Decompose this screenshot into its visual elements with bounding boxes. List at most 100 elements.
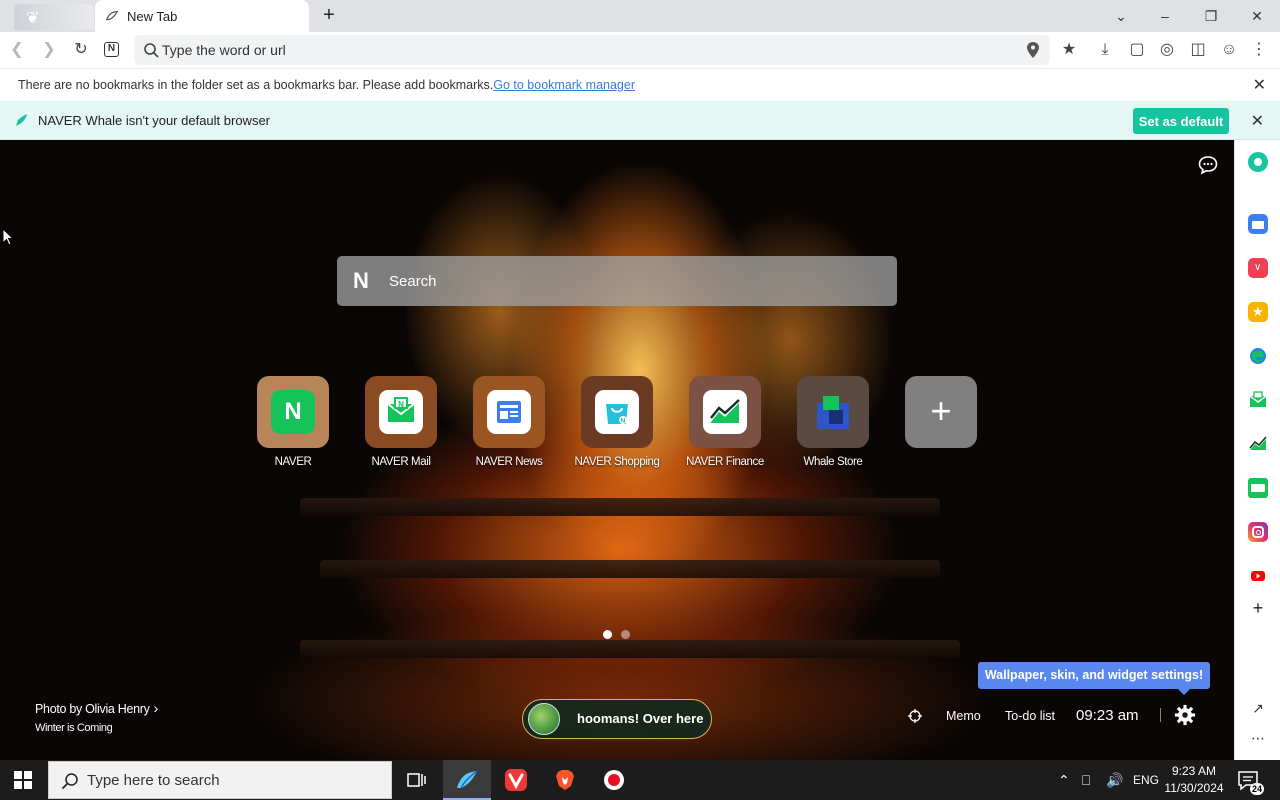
page-dot[interactable]	[621, 630, 630, 639]
tile-label: NAVER News	[475, 456, 543, 468]
favorites-icon[interactable]: ★	[1058, 39, 1080, 61]
pocket-icon[interactable]: ∨	[1248, 258, 1268, 278]
memo-button[interactable]: Memo	[946, 706, 981, 726]
address-bar[interactable]	[134, 35, 1050, 65]
forward-button[interactable]: ❯	[38, 39, 60, 61]
hoomans-widget-button[interactable]: hoomans! Over here	[522, 699, 712, 739]
taskbar-date: 11/30/2024	[1164, 781, 1224, 795]
volume-icon[interactable]: 🔊	[1106, 760, 1123, 800]
tile-label: NAVER	[274, 456, 312, 468]
calendar-icon[interactable]	[1248, 214, 1268, 234]
instagram-icon[interactable]	[1248, 522, 1268, 542]
photo-author: Photo by Olivia Henry	[35, 702, 150, 716]
clock: 09:23 am	[1076, 707, 1139, 724]
svg-text:N: N	[398, 400, 404, 409]
naver-finance-icon	[703, 390, 747, 434]
taskbar-search-input[interactable]	[87, 762, 377, 798]
divider	[1160, 708, 1161, 722]
new-tab-button[interactable]: +	[318, 5, 340, 27]
hoomans-text: hoomans! Over here	[577, 711, 704, 726]
minimize-button[interactable]: –	[1150, 4, 1180, 28]
notification-center-button[interactable]: 24	[1236, 769, 1264, 795]
naver-search-box[interactable]: N	[337, 256, 897, 306]
whale-icon: ❦	[26, 10, 40, 27]
taskbar-vivaldi-app[interactable]	[492, 760, 540, 800]
search-icon	[144, 43, 159, 58]
bookmark-manager-link[interactable]: Go to bookmark manager	[493, 78, 635, 92]
mobile-icon[interactable]: ▢	[1126, 39, 1148, 61]
shortcut-naver-finance[interactable]: NAVER Finance	[686, 376, 764, 469]
search-icon	[61, 773, 78, 790]
close-icon[interactable]: ✕	[1253, 75, 1266, 95]
sidebar-toggle-icon[interactable]: ◫	[1187, 39, 1209, 61]
hoomans-avatar	[528, 703, 560, 735]
photo-credit[interactable]: Photo by Olivia Henry › Winter is Coming	[35, 700, 158, 734]
profile-icon[interactable]: ☺	[1218, 39, 1240, 61]
shortcut-naver-mail[interactable]: N NAVER Mail	[365, 376, 437, 469]
chat-bubble-icon[interactable]	[1197, 154, 1219, 176]
naver-home-button[interactable]: N	[104, 42, 119, 57]
task-view-icon	[407, 773, 426, 787]
add-shortcut-button[interactable]: +	[905, 376, 977, 448]
shortcut-naver-shopping[interactable]: N NAVER Shopping	[575, 376, 660, 469]
todo-list-button[interactable]: To-do list	[1005, 706, 1055, 726]
taskbar-clock[interactable]: 9:23 AM 11/30/2024	[1158, 763, 1230, 797]
crosshair-icon[interactable]	[908, 709, 922, 723]
taskbar-brave-app[interactable]	[541, 760, 589, 800]
tab-new-tab[interactable]: New Tab	[95, 0, 309, 32]
green-dot-icon[interactable]	[1248, 152, 1268, 172]
set-as-default-button[interactable]: Set as default	[1133, 108, 1229, 134]
fireplace-grate	[300, 640, 960, 658]
more-options-icon[interactable]: ⋯	[1248, 728, 1268, 748]
youtube-icon[interactable]	[1248, 566, 1268, 586]
taskbar-search-box[interactable]	[48, 761, 392, 799]
chevron-right-icon: ›	[153, 700, 159, 716]
location-pin-icon[interactable]	[1026, 41, 1040, 59]
tab-title: New Tab	[127, 8, 178, 24]
mouse-cursor-icon	[2, 228, 14, 246]
notification-count: 24	[1249, 783, 1264, 795]
fireplace-grate	[300, 498, 940, 516]
page-dot-active[interactable]	[603, 630, 612, 639]
whale-store-icon	[811, 390, 855, 434]
show-hidden-icons-icon[interactable]: ⌃	[1058, 760, 1070, 800]
url-input[interactable]	[162, 35, 1022, 65]
restore-button[interactable]: ❐	[1196, 4, 1226, 28]
language-indicator[interactable]: ENG	[1133, 760, 1159, 800]
tab-search-chevron-icon[interactable]: ⌄	[1106, 4, 1136, 28]
star-icon[interactable]: ★	[1248, 302, 1268, 322]
network-icon[interactable]: ⎕	[1082, 760, 1090, 800]
tab-strip: ❦ New Tab + ⌄ – ❐ ✕	[0, 0, 1280, 32]
menu-icon[interactable]: ⋮	[1248, 39, 1270, 61]
naver-news-icon	[487, 390, 531, 434]
taskbar-recorder-app[interactable]	[590, 760, 638, 800]
gear-icon[interactable]	[1174, 704, 1196, 726]
shortcut-naver[interactable]: N NAVER	[257, 376, 329, 469]
tile-label: Whale Store	[803, 456, 863, 468]
windows-start-icon[interactable]	[14, 771, 32, 789]
add-icon[interactable]: +	[1248, 598, 1268, 618]
shortcut-whale-store[interactable]: Whale Store	[797, 376, 869, 469]
open-external-icon[interactable]: ↗	[1248, 698, 1268, 718]
bookmark-bar: There are no bookmarks in the folder set…	[0, 68, 1280, 101]
taskbar-whale-app[interactable]	[443, 760, 491, 800]
photo-title: Winter is Coming	[35, 722, 113, 734]
webtoon-icon[interactable]	[1248, 478, 1268, 498]
vivaldi-icon	[505, 769, 527, 791]
close-icon[interactable]: ✕	[1251, 111, 1264, 131]
task-view-button[interactable]	[392, 760, 440, 800]
default-browser-infobar: NAVER Whale isn't your default browser S…	[0, 101, 1280, 140]
svg-text:N: N	[621, 419, 625, 425]
close-window-button[interactable]: ✕	[1242, 4, 1272, 28]
background-tab[interactable]: ❦	[14, 4, 94, 30]
capture-icon[interactable]: ◎	[1156, 39, 1178, 61]
back-button[interactable]: ❮	[6, 39, 28, 61]
naver-mail-icon[interactable]	[1248, 390, 1268, 410]
edge-icon[interactable]	[1248, 346, 1268, 366]
tile-label: NAVER Finance	[686, 456, 764, 468]
finance-icon[interactable]	[1248, 434, 1268, 454]
download-icon[interactable]: ⤓	[1094, 39, 1116, 61]
reload-button[interactable]: ↻	[70, 39, 92, 61]
shortcut-naver-news[interactable]: NAVER News	[473, 376, 545, 469]
naver-search-input[interactable]	[389, 256, 869, 306]
